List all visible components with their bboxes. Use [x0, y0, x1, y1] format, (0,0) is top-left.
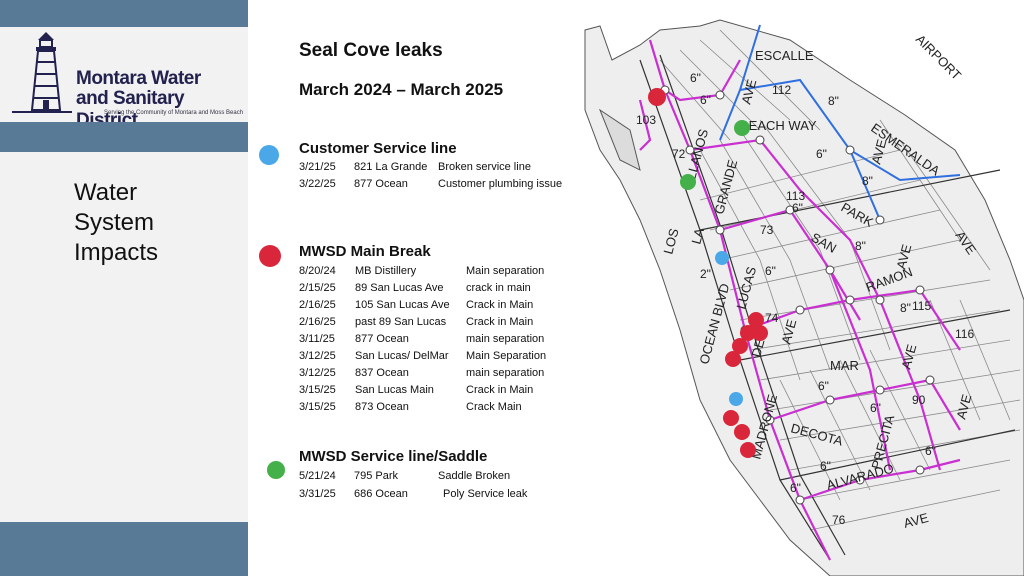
pipe-size-label: 6" — [790, 481, 801, 495]
bottom-accent-band — [0, 522, 248, 576]
address-number: 113 — [786, 189, 805, 203]
slide-title: Seal Cove leaks — [299, 40, 443, 61]
row-location: 837 Ocean — [355, 367, 409, 379]
row-location: San Lucas Main — [355, 384, 434, 396]
row-issue: Main separation — [466, 265, 545, 277]
street-label-mar: MAR — [830, 358, 859, 373]
address-number: 73 — [760, 223, 774, 237]
logo-tagline: Serving the Community of Montara and Mos… — [104, 110, 244, 116]
pipe-size-label: 2" — [700, 267, 711, 281]
middle-accent-band — [0, 122, 248, 152]
row-issue: Main Separation — [466, 350, 547, 362]
row-date: 2/16/25 — [299, 299, 336, 311]
pipe-size-label: 6" — [820, 459, 831, 473]
pipe-size-label: 8" — [855, 239, 866, 253]
pipe-size-label: 8" — [900, 301, 911, 315]
main-break-legend-dot — [259, 245, 281, 267]
service-saddle-marker[interactable] — [734, 120, 750, 136]
row-issue: crack in main — [466, 282, 531, 294]
main-break-section-heading: MWSD Main Break — [299, 243, 431, 260]
row-date: 5/21/24 — [299, 470, 336, 482]
heading-line-2: System — [74, 209, 155, 236]
address-number: 103 — [636, 113, 656, 127]
row-location: 89 San Lucas Ave — [355, 282, 444, 294]
row-date: 3/12/25 — [299, 350, 336, 362]
heading-line-3: Impacts — [74, 239, 159, 266]
lighthouse-icon — [12, 32, 72, 113]
row-location: 795 Park — [354, 470, 399, 482]
pipe-size-label: 8" — [862, 174, 873, 188]
street-label-escalle: ESCALLE — [755, 48, 814, 63]
pipe-size-label: 6" — [765, 264, 776, 278]
row-location: 877 Ocean — [354, 178, 408, 190]
address-number: 116 — [955, 327, 974, 341]
slide-subtitle: March 2024 – March 2025 — [299, 80, 504, 99]
main-break-marker[interactable] — [648, 88, 666, 106]
row-location: MB Distillery — [355, 265, 417, 277]
row-location: 105 San Lucas Ave — [355, 299, 450, 311]
address-number: 115 — [912, 299, 931, 313]
row-issue: main separation — [466, 367, 545, 379]
row-date: 3/31/25 — [299, 488, 336, 500]
address-number: 112 — [772, 83, 791, 97]
service-saddle-marker[interactable] — [680, 174, 696, 190]
row-location: 686 Ocean — [354, 488, 408, 500]
main-break-marker[interactable] — [734, 424, 750, 440]
customer-legend-dot — [259, 145, 279, 165]
row-date: 3/12/25 — [299, 367, 336, 379]
street-label-airport: AIRPORT — [913, 32, 964, 83]
service-saddle-legend-dot — [267, 461, 285, 479]
pipe-size-label: 6" — [700, 93, 711, 107]
row-location: past 89 San Lucas — [355, 316, 447, 328]
address-number: 76 — [832, 513, 846, 527]
water-system-map: ESCALLE BEACH WAY ESMERALDA AIRPORT PARK… — [584, 19, 1024, 576]
address-number: 90 — [912, 393, 926, 407]
heading-line-1: Water — [74, 179, 138, 206]
row-date: 3/21/25 — [299, 161, 336, 173]
left-panel: Montara Water and Sanitary District Serv… — [0, 0, 248, 576]
pipe-size-label: 6" — [690, 71, 701, 85]
row-issue: main separation — [466, 333, 545, 345]
row-location: 873 Ocean — [355, 401, 409, 413]
row-issue: Saddle Broken — [438, 470, 511, 482]
row-date: 3/15/25 — [299, 401, 336, 413]
row-date: 3/15/25 — [299, 384, 336, 396]
row-date: 2/15/25 — [299, 282, 336, 294]
slide-section-heading: Water System Impacts — [74, 178, 158, 268]
logo-line-1: Montara Water — [76, 68, 201, 89]
pipe-size-label: 6" — [818, 379, 829, 393]
row-date: 3/11/25 — [299, 333, 335, 345]
customer-service-marker[interactable] — [729, 392, 743, 406]
main-break-marker[interactable] — [740, 442, 756, 458]
top-accent-band — [0, 0, 248, 27]
row-issue: Crack in Main — [466, 384, 534, 396]
pipe-size-label: 6" — [816, 147, 827, 161]
row-location: 821 La Grande — [354, 161, 428, 173]
row-date: 3/22/25 — [299, 178, 336, 190]
row-location: 877 Ocean — [355, 333, 409, 345]
street-label-beach-way: BEACH WAY — [740, 118, 817, 133]
main-break-marker[interactable] — [723, 410, 739, 426]
row-issue: Broken service line — [438, 161, 531, 173]
district-logo: Montara Water and Sanitary District Serv… — [8, 30, 248, 131]
row-date: 8/20/24 — [299, 265, 336, 277]
row-date: 2/16/25 — [299, 316, 336, 328]
pipe-size-label: 6" — [870, 401, 881, 415]
customer-service-marker[interactable] — [715, 251, 729, 265]
row-issue: Customer plumbing issue — [438, 178, 563, 190]
address-number: 72 — [672, 147, 686, 161]
row-issue: Poly Service leak — [443, 488, 528, 500]
row-issue: Crack Main — [466, 401, 522, 413]
row-issue: Crack in Main — [466, 316, 534, 328]
row-location: San Lucas/ DelMar — [355, 350, 449, 362]
pipe-size-label: 6" — [925, 444, 936, 458]
pipe-size-label: 8" — [828, 94, 839, 108]
customer-section-heading: Customer Service line — [299, 140, 457, 157]
address-number: 74 — [765, 311, 779, 325]
main-break-marker[interactable] — [725, 351, 741, 367]
main-break-marker[interactable] — [752, 325, 768, 341]
service-saddle-section-heading: MWSD Service line/Saddle — [299, 448, 488, 465]
pipe-size-label: 6" — [792, 201, 803, 215]
row-issue: Crack in Main — [466, 299, 534, 311]
